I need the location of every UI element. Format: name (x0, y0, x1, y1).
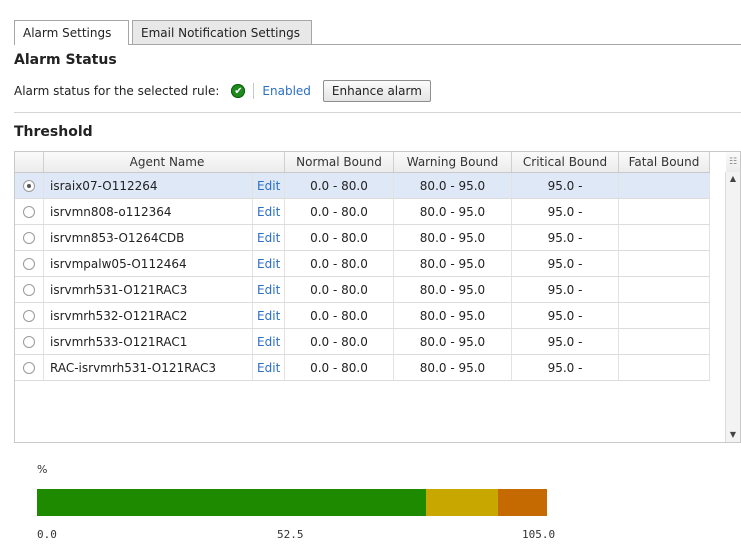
fatal-bound-cell (618, 198, 710, 225)
column-header-warning-bound[interactable]: Warning Bound (393, 152, 512, 173)
table-row[interactable]: isrvmrh531-O121RAC3 Edit 0.0 - 80.0 80.0… (15, 276, 710, 303)
column-menu-icon[interactable]: ☷ (726, 152, 740, 172)
agent-name-cell: isrvmrh532-O121RAC2 (43, 302, 254, 329)
green-check-icon: ✔ (231, 84, 246, 98)
critical-bound-cell: 95.0 - (511, 354, 619, 381)
critical-bound-cell: 95.0 - (511, 198, 619, 225)
critical-bound-cell: 95.0 - (511, 250, 619, 277)
table-row[interactable]: isrvmn853-O1264CDB Edit 0.0 - 80.0 80.0 … (15, 224, 710, 251)
edit-link[interactable]: Edit (252, 276, 285, 303)
column-header-select (15, 152, 44, 173)
alarm-status-heading: Alarm Status (14, 52, 117, 68)
table-row[interactable]: RAC-isrvmrh531-O121RAC3 Edit 0.0 - 80.0 … (15, 354, 710, 381)
table-row[interactable]: israix07-O112264 Edit 0.0 - 80.0 80.0 - … (15, 172, 710, 199)
range-tick-max: 105.0 (522, 528, 556, 541)
agent-name-cell: isrvmn853-O1264CDB (43, 224, 254, 251)
edit-link[interactable]: Edit (252, 224, 285, 251)
column-header-fatal-bound[interactable]: Fatal Bound (618, 152, 710, 173)
normal-bound-cell: 0.0 - 80.0 (284, 354, 394, 381)
range-segment-normal (37, 489, 426, 516)
fatal-bound-cell (618, 250, 710, 277)
column-header-critical-bound[interactable]: Critical Bound (511, 152, 619, 173)
row-radio[interactable] (23, 362, 35, 374)
fatal-bound-cell (618, 172, 710, 199)
row-radio[interactable] (23, 206, 35, 218)
row-radio[interactable] (23, 336, 35, 348)
agent-name-cell: isrvmrh531-O121RAC3 (43, 276, 254, 303)
agent-name-cell: israix07-O112264 (43, 172, 254, 199)
column-header-normal-bound[interactable]: Normal Bound (284, 152, 394, 173)
agent-name-cell: isrvmn808-o112364 (43, 198, 254, 225)
agent-name-cell: isrvmrh533-O121RAC1 (43, 328, 254, 355)
scroll-down-arrow-icon[interactable]: ▼ (726, 428, 740, 442)
warning-bound-cell: 80.0 - 95.0 (393, 302, 512, 329)
normal-bound-cell: 0.0 - 80.0 (284, 224, 394, 251)
tab-alarm-settings[interactable]: Alarm Settings (14, 20, 129, 45)
table-row[interactable]: isrvmrh532-O121RAC2 Edit 0.0 - 80.0 80.0… (15, 302, 710, 329)
alarm-status-row: Alarm status for the selected rule: ✔ En… (14, 80, 431, 102)
threshold-range-bar (37, 489, 547, 516)
edit-link[interactable]: Edit (252, 354, 285, 381)
range-tick-min: 0.0 (37, 528, 57, 541)
edit-link[interactable]: Edit (252, 250, 285, 277)
critical-bound-cell: 95.0 - (511, 172, 619, 199)
fatal-bound-cell (618, 224, 710, 251)
warning-bound-cell: 80.0 - 95.0 (393, 354, 512, 381)
edit-link[interactable]: Edit (252, 198, 285, 225)
normal-bound-cell: 0.0 - 80.0 (284, 172, 394, 199)
warning-bound-cell: 80.0 - 95.0 (393, 198, 512, 225)
fatal-bound-cell (618, 328, 710, 355)
status-enabled-link[interactable]: Enabled (262, 84, 311, 98)
edit-link[interactable]: Edit (252, 172, 285, 199)
normal-bound-cell: 0.0 - 80.0 (284, 328, 394, 355)
vertical-scrollbar[interactable]: ▲ ▼ (725, 172, 740, 442)
normal-bound-cell: 0.0 - 80.0 (284, 198, 394, 225)
scroll-up-arrow-icon[interactable]: ▲ (726, 172, 740, 186)
fatal-bound-cell (618, 302, 710, 329)
threshold-grid: Agent Name Normal Bound Warning Bound Cr… (14, 151, 741, 443)
row-radio[interactable] (23, 232, 35, 244)
table-row[interactable]: isrvmrh533-O121RAC1 Edit 0.0 - 80.0 80.0… (15, 328, 710, 355)
edit-link[interactable]: Edit (252, 328, 285, 355)
normal-bound-cell: 0.0 - 80.0 (284, 302, 394, 329)
range-tick-mid: 52.5 (277, 528, 304, 541)
tab-email-notification-settings[interactable]: Email Notification Settings (132, 20, 312, 44)
fatal-bound-cell (618, 276, 710, 303)
warning-bound-cell: 80.0 - 95.0 (393, 172, 512, 199)
row-radio[interactable] (23, 310, 35, 322)
agent-name-cell: isrvmpalw05-O112464 (43, 250, 254, 277)
column-header-agent-name[interactable]: Agent Name (43, 152, 285, 173)
edit-link[interactable]: Edit (252, 302, 285, 329)
warning-bound-cell: 80.0 - 95.0 (393, 328, 512, 355)
warning-bound-cell: 80.0 - 95.0 (393, 250, 512, 277)
alarm-status-label: Alarm status for the selected rule: (14, 84, 220, 98)
warning-bound-cell: 80.0 - 95.0 (393, 276, 512, 303)
row-radio[interactable] (23, 258, 35, 270)
enhance-alarm-button[interactable]: Enhance alarm (322, 80, 431, 102)
critical-bound-cell: 95.0 - (511, 224, 619, 251)
critical-bound-cell: 95.0 - (511, 328, 619, 355)
critical-bound-cell: 95.0 - (511, 302, 619, 329)
range-segment-critical (498, 489, 547, 516)
section-divider (14, 112, 741, 113)
fatal-bound-cell (618, 354, 710, 381)
threshold-heading: Threshold (14, 124, 93, 140)
threshold-table: Agent Name Normal Bound Warning Bound Cr… (15, 152, 710, 381)
range-segment-warning (425, 489, 499, 516)
normal-bound-cell: 0.0 - 80.0 (284, 276, 394, 303)
separator (253, 83, 255, 99)
agent-name-cell: RAC-isrvmrh531-O121RAC3 (43, 354, 254, 381)
percent-unit-label: % (37, 463, 48, 476)
normal-bound-cell: 0.0 - 80.0 (284, 250, 394, 277)
critical-bound-cell: 95.0 - (511, 276, 619, 303)
table-row[interactable]: isrvmn808-o112364 Edit 0.0 - 80.0 80.0 -… (15, 198, 710, 225)
row-radio[interactable] (23, 284, 35, 296)
table-header-row: Agent Name Normal Bound Warning Bound Cr… (15, 152, 710, 173)
tab-strip: Alarm Settings Email Notification Settin… (14, 20, 741, 45)
table-row[interactable]: isrvmpalw05-O112464 Edit 0.0 - 80.0 80.0… (15, 250, 710, 277)
row-radio[interactable] (23, 180, 35, 192)
warning-bound-cell: 80.0 - 95.0 (393, 224, 512, 251)
